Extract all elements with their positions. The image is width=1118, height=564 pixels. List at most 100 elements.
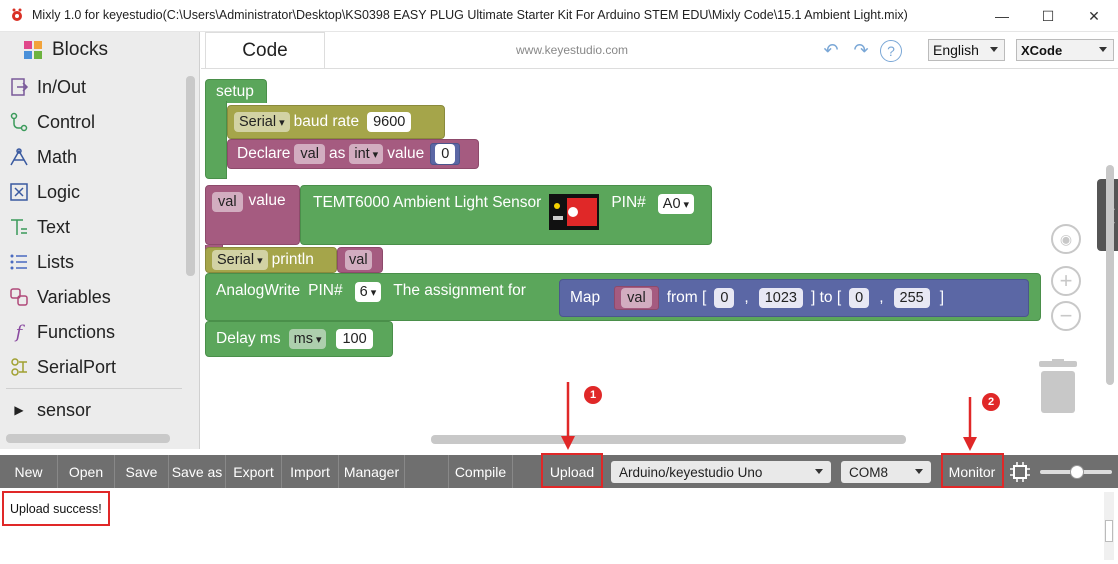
assign-variable-field[interactable]: val [212, 192, 243, 212]
setup-label: setup [216, 82, 254, 100]
sensor-pin-label: PIN# [611, 194, 646, 211]
map-to-label: ] to [ [810, 289, 842, 306]
sidebar-item-label: In/Out [37, 76, 87, 97]
map-variable-block[interactable]: val [614, 286, 659, 310]
help-icon[interactable]: ? [880, 40, 902, 62]
baud-rate-label: baud rate [293, 113, 360, 130]
sidebar-group-label: sensor [37, 399, 92, 420]
save-as-button[interactable]: Save as [169, 455, 226, 488]
temt6000-sensor-block[interactable]: TEMT6000 Ambient Light Sensor PIN# A0 [300, 185, 712, 245]
declare-block[interactable]: Declare val as int value 0 [227, 139, 479, 169]
zoom-slider-handle[interactable] [1070, 465, 1084, 479]
save-button[interactable]: Save [115, 455, 169, 488]
recenter-icon[interactable]: ◉ [1051, 224, 1081, 254]
to-high-input[interactable]: 255 [893, 288, 930, 308]
to-low-input[interactable]: 0 [849, 288, 870, 308]
serial-dropdown[interactable]: Serial [234, 112, 290, 132]
redo-icon[interactable]: ↷ [850, 40, 872, 60]
close-button[interactable]: ✕ [1071, 0, 1117, 32]
code-mode-select-value: XCode [1021, 42, 1063, 58]
delay-block[interactable]: Delay ms ms 100 [205, 321, 393, 357]
compile-button[interactable]: Compile [449, 455, 513, 488]
serial-dropdown[interactable]: Serial [212, 250, 268, 270]
sidebar-horizontal-scrollbar[interactable] [6, 434, 170, 443]
sidebar-item-lists[interactable]: Lists [8, 245, 74, 279]
open-button[interactable]: Open [58, 455, 115, 488]
import-button[interactable]: Import [282, 455, 339, 488]
sidebar-item-logic[interactable]: Logic [8, 175, 80, 209]
println-label: println [271, 251, 314, 268]
assign-variable-block[interactable]: val value [205, 185, 300, 245]
maximize-button[interactable]: ☐ [1025, 0, 1071, 32]
workspace-vertical-scrollbar[interactable] [1106, 165, 1114, 385]
declare-value-input[interactable]: 0 [435, 144, 456, 164]
println-variable-block[interactable]: val [337, 247, 383, 273]
serial-println-block[interactable]: Serial println [205, 247, 337, 273]
sidebar-item-control[interactable]: Control [8, 105, 95, 139]
assignment-for-label: The assignment for [393, 282, 526, 299]
baud-rate-input[interactable]: 9600 [367, 112, 412, 132]
serial-baud-block[interactable]: Serial baud rate 9600 [227, 105, 445, 139]
serialport-icon [8, 356, 30, 378]
tab-code[interactable]: Code [205, 32, 325, 68]
console-scrollbar[interactable] [1104, 492, 1114, 560]
delay-unit-dropdown[interactable]: ms [288, 329, 327, 349]
workspace-horizontal-scrollbar[interactable] [431, 435, 906, 444]
delay-value-input[interactable]: 100 [336, 329, 373, 349]
from-high-input[interactable]: 1023 [758, 288, 803, 308]
trash-can-icon[interactable] [1037, 359, 1079, 415]
minimize-button[interactable]: — [979, 0, 1025, 32]
manager-button[interactable]: Manager [339, 455, 405, 488]
sidebar-item-variables[interactable]: Variables [8, 280, 111, 314]
zoom-out-icon[interactable]: − [1051, 301, 1081, 331]
println-variable-field[interactable]: val [345, 250, 372, 270]
puzzle-icon [24, 41, 42, 59]
window-title: Mixly 1.0 for keyestudio(C:\Users\Admini… [32, 8, 908, 22]
console-output [0, 488, 1118, 564]
upload-highlight-box [541, 453, 603, 488]
from-low-input[interactable]: 0 [714, 288, 735, 308]
sensor-label: TEMT6000 Ambient Light Sensor [313, 194, 542, 211]
declare-value-number-block[interactable]: 0 [430, 143, 461, 165]
block-workspace[interactable]: setup Serial baud rate 9600 Declare val … [201, 68, 1118, 449]
new-button[interactable]: New [0, 455, 58, 488]
code-mode-select[interactable]: XCode [1016, 39, 1114, 61]
export-button[interactable]: Export [226, 455, 282, 488]
setup-block-header[interactable]: setup [205, 79, 267, 103]
map-comma-1: , [744, 289, 749, 306]
text-icon [8, 216, 30, 238]
chip-icon[interactable] [1009, 461, 1031, 483]
language-select[interactable]: English [928, 39, 1005, 61]
sidebar-item-text[interactable]: Text [8, 210, 70, 244]
language-select-value: English [933, 42, 979, 58]
sidebar-item-in-out[interactable]: In/Out [8, 70, 86, 104]
map-block[interactable]: Map val from [ 0 , 1023 ] to [ 0 , 255 ] [559, 279, 1029, 317]
sidebar-item-label: Functions [37, 321, 116, 342]
chevron-down-icon [815, 469, 823, 474]
variables-icon [8, 286, 30, 308]
sidebar-item-math[interactable]: Math [8, 140, 77, 174]
expand-arrow-icon: ▶ [14, 403, 24, 417]
blocks-header[interactable]: Blocks [0, 32, 200, 68]
board-select[interactable]: Arduino/keyestudio Uno [611, 461, 831, 483]
delay-label: Delay ms [216, 330, 281, 347]
sidebar-vertical-scrollbar[interactable] [186, 76, 195, 276]
declare-type-dropdown[interactable]: int [349, 144, 384, 164]
mixly-app-icon [12, 8, 22, 21]
logic-icon [8, 181, 30, 203]
undo-icon[interactable]: ↶ [820, 40, 842, 60]
sidebar-item-serialport[interactable]: SerialPort [8, 350, 116, 384]
analogwrite-pin-dropdown[interactable]: 6 [354, 282, 382, 302]
sensor-pin-dropdown[interactable]: A0 [657, 194, 695, 214]
zoom-in-icon[interactable]: + [1051, 266, 1081, 296]
math-icon [8, 146, 30, 168]
sidebar-item-functions[interactable]: f Functions [8, 315, 115, 349]
sidebar-item-label: Lists [37, 251, 75, 272]
sidebar-item-label: SerialPort [37, 356, 117, 377]
sidebar-group-sensor[interactable]: ▶ sensor [8, 393, 91, 427]
map-variable-field[interactable]: val [621, 288, 652, 308]
sidebar-divider [6, 388, 182, 389]
declare-variable-field[interactable]: val [294, 144, 325, 164]
website-label: www.keyestudio.com [516, 43, 629, 57]
port-select[interactable]: COM8 [841, 461, 931, 483]
